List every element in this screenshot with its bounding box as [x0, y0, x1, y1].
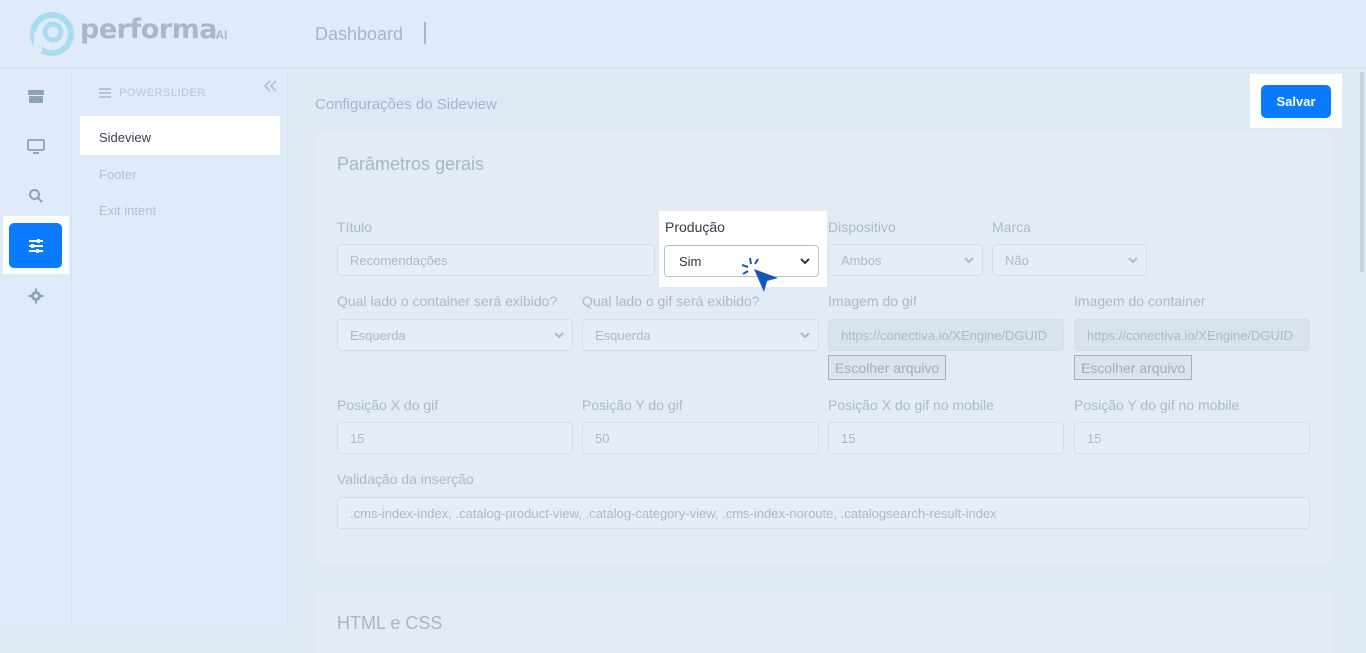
subnav-item-footer[interactable]: Footer: [99, 167, 137, 182]
device-select[interactable]: Ambos: [828, 244, 983, 276]
container-side-select[interactable]: Esquerda: [337, 319, 573, 351]
container-image-label: Imagem do container: [1074, 293, 1206, 309]
gif-x-mobile-input[interactable]: 15: [828, 422, 1064, 454]
search-icon: [29, 189, 43, 203]
collapse-sidebar-button[interactable]: [262, 79, 278, 98]
container-side-value: Esquerda: [350, 327, 406, 343]
device-label: Dispositivo: [828, 219, 896, 235]
rail-item-store[interactable]: [0, 79, 72, 115]
gif-choose-file-button[interactable]: Escolher arquivo: [828, 355, 947, 380]
brand-label: Marca: [992, 219, 1031, 235]
gif-x-input[interactable]: 15: [337, 422, 573, 454]
rail-item-sliders[interactable]: [9, 223, 62, 268]
container-choose-file-button[interactable]: Escolher arquivo: [1074, 355, 1193, 380]
heading-divider: [424, 22, 426, 44]
gif-side-value: Esquerda: [595, 327, 651, 343]
device-select-value: Ambos: [841, 252, 882, 268]
top-bar: performa .AI Dashboard: [0, 0, 1366, 68]
title-label: Título: [337, 219, 373, 235]
subnav-title: POWERSLIDER: [99, 87, 206, 99]
gif-x-label: Posição X do gif: [337, 397, 439, 413]
rail-item-settings[interactable]: [0, 278, 72, 314]
chevron-down-icon: [800, 332, 810, 339]
html-css-card: [315, 593, 1333, 653]
production-label: Produção: [665, 219, 725, 235]
gif-x-mobile-label: Posição X do gif no mobile: [828, 397, 994, 413]
menu-icon: [99, 88, 111, 98]
subnav-title-label: POWERSLIDER: [119, 87, 206, 99]
rail-item-search[interactable]: [0, 178, 72, 214]
gif-image-label: Imagem do gif: [828, 293, 917, 309]
gif-image-url[interactable]: https://conectiva.io/XEngine/DGUID: [828, 319, 1064, 351]
gif-side-select[interactable]: Esquerda: [582, 319, 819, 351]
mouse-cursor: [740, 256, 782, 303]
insertion-validation-label: Validação da inserção: [337, 471, 474, 487]
gif-y-label: Posição Y do gif: [582, 397, 683, 413]
chevron-down-icon: [554, 332, 564, 339]
page-title: Dashboard: [315, 24, 404, 44]
gif-y-mobile-label: Posição Y do gif no mobile: [1074, 397, 1240, 413]
performa-logo-icon: [30, 12, 74, 56]
monitor-icon: [27, 139, 45, 154]
section-title-general: Parâmetros gerais: [337, 154, 485, 174]
double-chevron-left-icon: [263, 80, 277, 92]
gif-y-input[interactable]: 50: [582, 422, 819, 454]
store-icon: [28, 90, 44, 103]
gif-side-label: Qual lado o gif será exibido?: [582, 293, 760, 309]
sub-navigation: POWERSLIDER Sideview Footer Exit intent: [72, 69, 288, 625]
gear-icon: [28, 288, 44, 304]
section-title-html-css: HTML e CSS: [337, 613, 443, 633]
container-side-label: Qual lado o container será exibido?: [337, 293, 558, 309]
chevron-down-icon: [964, 257, 974, 264]
content-title: Configurações do Sideview: [315, 96, 497, 113]
title-input[interactable]: Recomendações: [337, 244, 655, 276]
chevron-down-icon: [800, 258, 810, 265]
scrollbar-thumb[interactable]: [1360, 72, 1364, 272]
click-cursor-icon: [741, 257, 778, 292]
brand-name: performa: [80, 14, 217, 45]
chevron-down-icon: [1128, 257, 1138, 264]
icon-rail: [0, 69, 72, 625]
container-image-url[interactable]: https://conectiva.io/XEngine/DGUID: [1074, 319, 1310, 351]
brand-select-value: Não: [1005, 252, 1029, 268]
rail-item-monitor[interactable]: [0, 129, 72, 165]
gif-y-mobile-input[interactable]: 15: [1074, 422, 1310, 454]
subnav-item-exit-intent[interactable]: Exit intent: [99, 203, 156, 218]
save-button[interactable]: Salvar: [1261, 85, 1331, 118]
brand-suffix: .AI: [212, 28, 228, 42]
insertion-validation-input[interactable]: .cms-index-index, .catalog-product-view,…: [337, 497, 1310, 529]
brand-select[interactable]: Não: [992, 244, 1147, 276]
sliders-icon: [28, 238, 43, 253]
subnav-item-sideview[interactable]: Sideview: [99, 130, 151, 145]
production-select-value: Sim: [679, 253, 702, 269]
